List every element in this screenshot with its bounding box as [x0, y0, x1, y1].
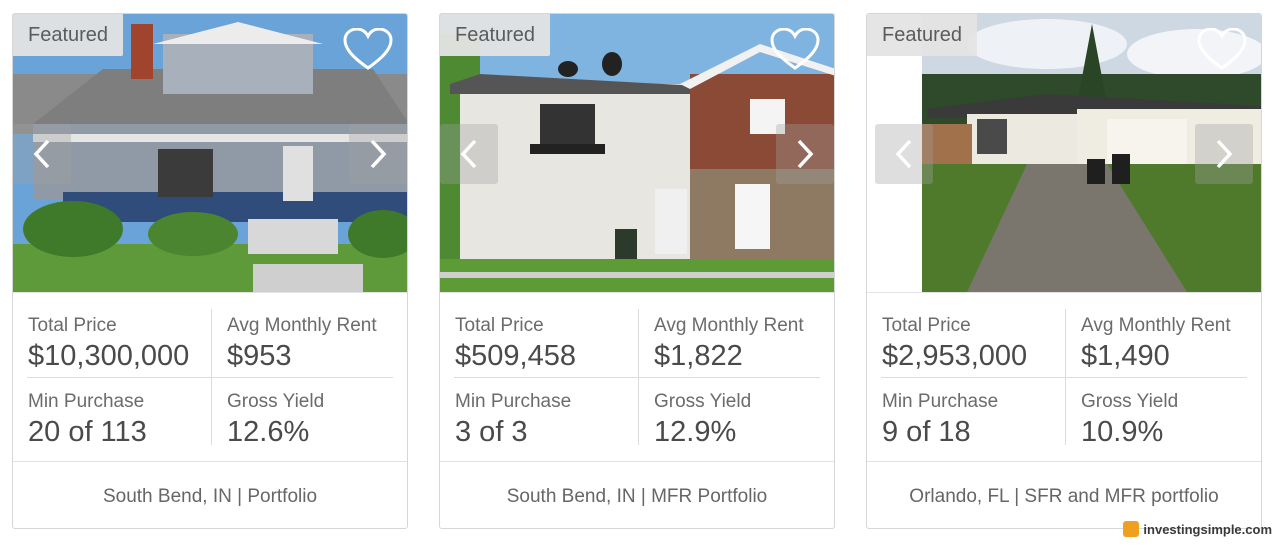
property-card[interactable]: Featured Total Price $2,953,000 Avg Mont…: [866, 13, 1262, 529]
featured-badge: Featured: [440, 14, 551, 56]
total-price-stat: Total Price $10,300,000: [28, 315, 218, 373]
rent-value: $953: [227, 340, 292, 372]
rent-stat: Avg Monthly Rent $1,822: [654, 315, 834, 373]
total-price-value: $10,300,000: [28, 340, 190, 372]
min-purchase-label: Min Purchase: [28, 391, 145, 412]
property-card[interactable]: Featured Total Price $10,300,000 Avg Mon…: [12, 13, 408, 529]
property-card[interactable]: Featured Total Price $509,458 Avg Monthl…: [439, 13, 835, 529]
yield-value: 10.9%: [1081, 416, 1164, 448]
house-logo-icon: [1123, 521, 1140, 537]
min-purchase-stat: Min Purchase 3 of 3: [455, 391, 645, 449]
yield-stat: Gross Yield 10.9%: [1081, 391, 1261, 449]
watermark: investingsimple.com: [1123, 518, 1272, 540]
chevron-right-icon[interactable]: [776, 124, 834, 184]
rent-value: $1,490: [1081, 340, 1170, 372]
stats-divider: [27, 377, 393, 378]
min-purchase-label: Min Purchase: [455, 391, 572, 412]
heart-outline-icon[interactable]: [1197, 28, 1247, 72]
stats-divider: [881, 377, 1247, 378]
rent-stat: Avg Monthly Rent $1,490: [1081, 315, 1261, 373]
watermark-text: investingsimple.com: [1143, 521, 1272, 537]
total-price-label: Total Price: [455, 315, 544, 336]
yield-label: Gross Yield: [227, 391, 325, 412]
property-photo[interactable]: Featured: [867, 14, 1261, 292]
total-price-stat: Total Price $509,458: [455, 315, 645, 373]
rent-stat: Avg Monthly Rent $953: [227, 315, 407, 373]
stats-divider: [454, 377, 820, 378]
featured-badge: Featured: [867, 14, 978, 56]
min-purchase-stat: Min Purchase 9 of 18: [882, 391, 1072, 449]
property-photo[interactable]: Featured: [440, 14, 834, 292]
rent-label: Avg Monthly Rent: [1081, 315, 1231, 336]
yield-label: Gross Yield: [654, 391, 752, 412]
total-price-label: Total Price: [28, 315, 117, 336]
chevron-left-icon[interactable]: [440, 124, 498, 184]
min-purchase-value: 20 of 113: [28, 416, 147, 448]
property-location[interactable]: South Bend, IN | MFR Portfolio: [440, 461, 834, 528]
property-stats: Total Price $509,458 Avg Monthly Rent $1…: [440, 292, 834, 462]
min-purchase-value: 3 of 3: [455, 416, 528, 448]
property-location[interactable]: South Bend, IN | Portfolio: [13, 461, 407, 528]
total-price-stat: Total Price $2,953,000: [882, 315, 1072, 373]
total-price-value: $2,953,000: [882, 340, 1028, 372]
min-purchase-value: 9 of 18: [882, 416, 971, 448]
rent-value: $1,822: [654, 340, 743, 372]
yield-stat: Gross Yield 12.6%: [227, 391, 407, 449]
property-photo[interactable]: Featured: [13, 14, 407, 292]
total-price-value: $509,458: [455, 340, 576, 372]
chevron-right-icon[interactable]: [1195, 124, 1253, 184]
min-purchase-label: Min Purchase: [882, 391, 999, 412]
rent-label: Avg Monthly Rent: [227, 315, 377, 336]
heart-outline-icon[interactable]: [343, 28, 393, 72]
yield-value: 12.6%: [227, 416, 310, 448]
rent-label: Avg Monthly Rent: [654, 315, 804, 336]
featured-badge: Featured: [13, 14, 124, 56]
chevron-left-icon[interactable]: [875, 124, 933, 184]
chevron-left-icon[interactable]: [13, 124, 71, 184]
property-stats: Total Price $10,300,000 Avg Monthly Rent…: [13, 292, 407, 462]
yield-stat: Gross Yield 12.9%: [654, 391, 834, 449]
min-purchase-stat: Min Purchase 20 of 113: [28, 391, 218, 449]
heart-outline-icon[interactable]: [770, 28, 820, 72]
total-price-label: Total Price: [882, 315, 971, 336]
property-stats: Total Price $2,953,000 Avg Monthly Rent …: [867, 292, 1261, 462]
chevron-right-icon[interactable]: [349, 124, 407, 184]
yield-value: 12.9%: [654, 416, 737, 448]
yield-label: Gross Yield: [1081, 391, 1179, 412]
